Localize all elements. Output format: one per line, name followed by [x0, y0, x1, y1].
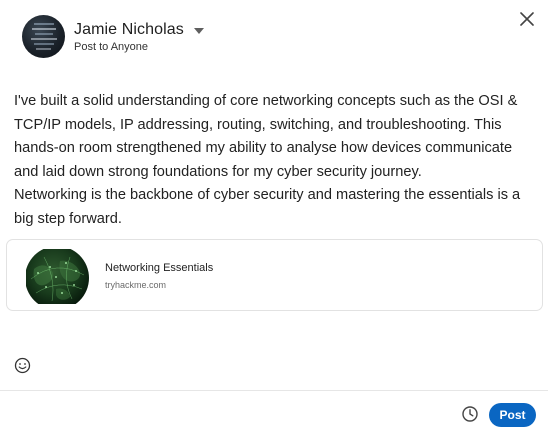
post-text-line: Networking is the backbone of cyber secu…: [14, 187, 521, 203]
post-text-line: big step forward.: [14, 210, 122, 227]
link-preview-domain: tryhackme.com: [105, 280, 167, 290]
post-text-editor[interactable]: I've built a solid understanding of core…: [14, 90, 536, 231]
author-name: Jamie Nicholas: [74, 20, 184, 38]
close-icon[interactable]: [516, 8, 538, 30]
link-preview-thumbnail: [26, 249, 89, 304]
post-text-line: hands-on room strengthened my ability to…: [14, 140, 513, 156]
post-button[interactable]: Post: [489, 403, 536, 427]
link-preview-card[interactable]: Networking Essentials tryhackme.com: [6, 239, 543, 311]
visibility-label: Post to Anyone: [74, 40, 148, 53]
link-preview-title: Networking Essentials: [105, 262, 214, 274]
author-selector[interactable]: Jamie Nicholas Post to Anyone: [22, 15, 204, 58]
emoji-icon[interactable]: [14, 357, 31, 374]
clock-icon[interactable]: [461, 405, 479, 423]
post-text-line: TCP/IP models, IP addressing, routing, s…: [14, 116, 502, 133]
post-text-line: and laid down strong foundations for my …: [14, 163, 422, 180]
post-text-line: I've built a solid understanding of core…: [14, 93, 518, 109]
avatar: [22, 15, 65, 58]
chevron-down-icon: [193, 27, 204, 34]
footer-divider: [0, 390, 548, 391]
